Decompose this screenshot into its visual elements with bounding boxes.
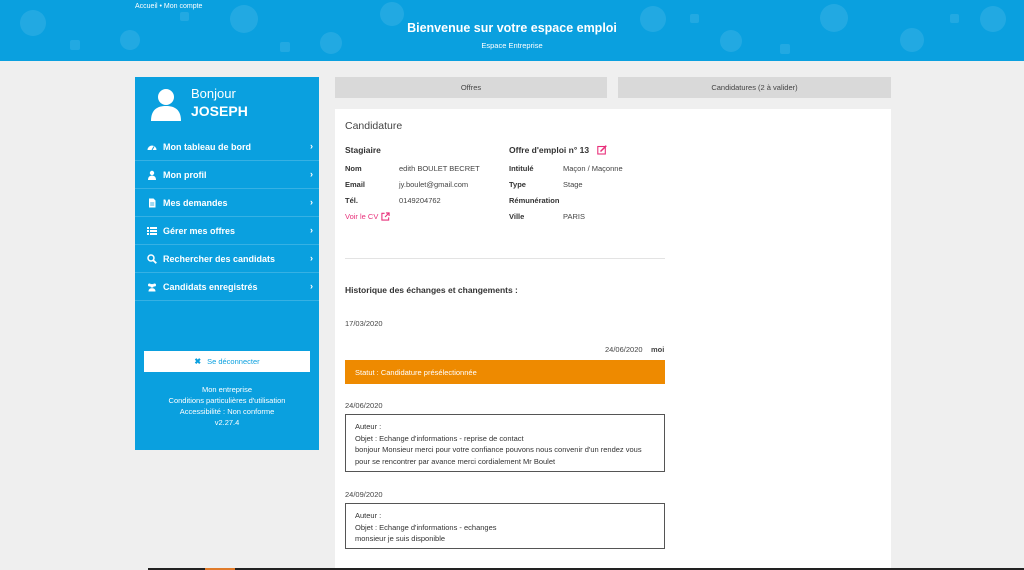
chevron-right-icon: › xyxy=(310,225,313,235)
sidebar-item-saved-candidates[interactable]: Candidats enregistrés › xyxy=(135,273,319,301)
ville-label: Ville xyxy=(509,212,525,221)
chevron-right-icon: › xyxy=(310,281,313,291)
search-icon xyxy=(147,253,157,264)
sidebar-item-label: Rechercher des candidats xyxy=(163,253,276,264)
chevron-right-icon: › xyxy=(310,169,313,179)
chevron-right-icon: › xyxy=(310,197,313,207)
sidebar-item-profile[interactable]: Mon profil › xyxy=(135,161,319,189)
offre-heading: Offre d'emploi n° 13 xyxy=(509,145,590,155)
link-accessibility[interactable]: Accessibilité : Non conforme xyxy=(135,406,319,417)
edit-icon[interactable] xyxy=(597,145,607,155)
email-value: jy.boulet@gmail.com xyxy=(399,180,469,189)
sidebar-item-label: Mes demandes xyxy=(163,197,228,208)
chevron-right-icon: › xyxy=(310,141,313,151)
remuneration-label: Rémunération xyxy=(509,196,560,205)
history-date: 24/06/2020 xyxy=(605,345,643,354)
page-subtitle: Espace Entreprise xyxy=(481,41,543,50)
message-subject: Objet : Echange d'informations - echange… xyxy=(355,522,497,532)
status-badge: Statut : Candidature présélectionnée xyxy=(345,360,665,384)
email-label: Email xyxy=(345,180,366,189)
sidebar-item-label: Mon profil xyxy=(163,169,207,180)
sidebar-item-requests[interactable]: Mes demandes › xyxy=(135,189,319,217)
tel-value: 0149204762 xyxy=(399,196,441,205)
sidebar-footer-links: Mon entreprise Conditions particulières … xyxy=(135,384,319,428)
message-box: Auteur : Objet : Echange d'informations … xyxy=(345,414,665,472)
message-author: Auteur : xyxy=(355,422,382,431)
sidebar-menu: Mon tableau de bord › Mon profil › Mes d… xyxy=(135,133,319,301)
view-cv-link[interactable]: Voir le CV xyxy=(345,212,390,221)
header-banner: Accueil • Mon compte Bienvenue sur votre… xyxy=(0,0,1024,61)
history-title: Historique des échanges et changements : xyxy=(345,285,518,295)
sidebar-item-label: Gérer mes offres xyxy=(163,225,236,236)
decor-shape xyxy=(180,12,189,21)
list-icon xyxy=(147,226,157,236)
tab-offres[interactable]: Offres xyxy=(335,77,607,98)
author-me: moi xyxy=(651,345,665,354)
type-label: Type xyxy=(509,180,526,189)
external-link-icon xyxy=(381,212,390,221)
sidebar-item-search-candidates[interactable]: Rechercher des candidats › xyxy=(135,245,319,273)
nom-value: edith BOULET BECRET xyxy=(399,164,480,173)
sidebar-item-label: Mon tableau de bord xyxy=(163,141,252,152)
stagiaire-heading: Stagiaire xyxy=(345,145,381,155)
file-icon xyxy=(147,198,157,208)
message-author: Auteur : xyxy=(355,511,382,520)
message-subject: Objet : Echange d'informations - reprise… xyxy=(355,433,524,443)
message-date: 24/09/2020 xyxy=(345,490,383,499)
close-icon: ✖ xyxy=(194,357,202,366)
sidebar-item-offers[interactable]: Gérer mes offres › xyxy=(135,217,319,245)
type-value: Stage xyxy=(563,180,583,189)
chevron-right-icon: › xyxy=(310,253,313,263)
logout-label: Se déconnecter xyxy=(207,357,260,366)
history-date: 17/03/2020 xyxy=(345,319,383,328)
tel-label: Tél. xyxy=(345,196,358,205)
ville-value: PARIS xyxy=(563,212,585,221)
sidebar-item-dashboard[interactable]: Mon tableau de bord › xyxy=(135,133,319,161)
sidebar-item-label: Candidats enregistrés xyxy=(163,281,258,292)
intitule-label: Intitulé xyxy=(509,164,534,173)
user-icon xyxy=(147,170,157,180)
message-body: monsieur je suis disponible xyxy=(355,534,446,543)
message-date: 24/06/2020 xyxy=(345,401,383,410)
panel-title: Candidature xyxy=(345,120,403,132)
greeting: Bonjour xyxy=(191,86,236,101)
dashboard-icon xyxy=(147,142,157,152)
tab-candidatures[interactable]: Candidatures (2 à valider) xyxy=(618,77,891,98)
intitule-value: Maçon / Maçonne xyxy=(563,164,623,173)
page-title: Bienvenue sur votre espace emploi xyxy=(407,21,617,35)
nom-label: Nom xyxy=(345,164,362,173)
link-terms[interactable]: Conditions particulières d'utilisation xyxy=(135,395,319,406)
view-cv-label: Voir le CV xyxy=(345,212,379,221)
users-icon xyxy=(147,282,157,292)
message-body: bonjour Monsieur merci pour votre confia… xyxy=(355,445,642,466)
sidebar: Bonjour JOSEPH Mon tableau de bord › Mon… xyxy=(135,77,319,450)
section-divider xyxy=(345,258,665,259)
message-box: Auteur : Objet : Echange d'informations … xyxy=(345,503,665,549)
avatar-icon xyxy=(151,89,181,121)
app-version: v2.27.4 xyxy=(214,418,240,427)
link-company[interactable]: Mon entreprise xyxy=(135,384,319,395)
breadcrumb[interactable]: Accueil • Mon compte xyxy=(135,3,202,10)
user-name: JOSEPH xyxy=(191,103,248,119)
logout-button[interactable]: ✖ Se déconnecter xyxy=(144,351,310,372)
candidature-panel: Candidature Stagiaire Nom edith BOULET B… xyxy=(335,109,891,570)
